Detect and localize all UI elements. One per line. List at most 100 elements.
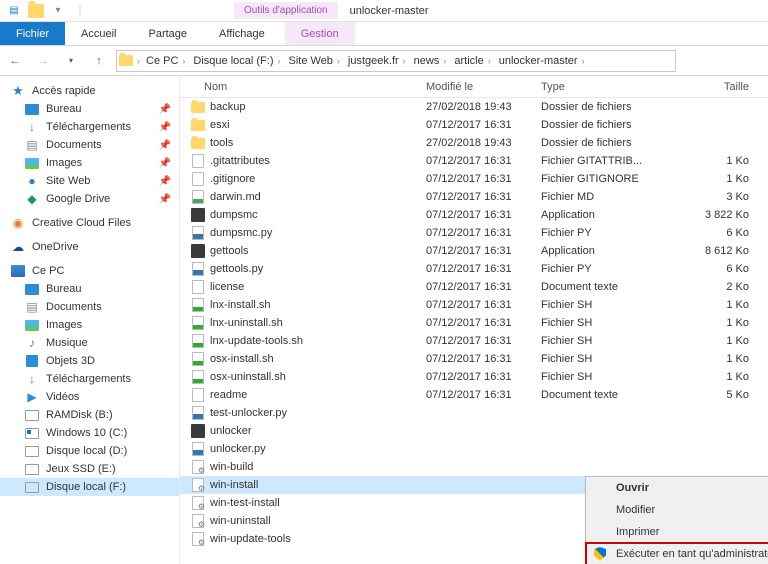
- file-row[interactable]: .gitignore07/12/2017 16:31Fichier GITIGN…: [180, 170, 768, 188]
- ctx-modify[interactable]: Modifier: [586, 499, 768, 521]
- file-menu-icon[interactable]: ▤: [6, 3, 22, 19]
- file-row[interactable]: dumpsmc07/12/2017 16:31Application3 822 …: [180, 206, 768, 224]
- file-row[interactable]: osx-uninstall.sh07/12/2017 16:31Fichier …: [180, 368, 768, 386]
- sidebar-item-pc-documents[interactable]: ▤Documents: [0, 298, 179, 316]
- quick-customize-icon[interactable]: ▾: [50, 3, 66, 19]
- file-row[interactable]: lnx-install.sh07/12/2017 16:31Fichier SH…: [180, 296, 768, 314]
- nav-back-button[interactable]: ←: [4, 50, 26, 72]
- ctx-run-as-admin[interactable]: Exécuter en tant qu'administrateur: [586, 543, 768, 564]
- sidebar-item-images[interactable]: Images📌: [0, 154, 179, 172]
- sidebar-item-disk-d[interactable]: Disque local (D:): [0, 442, 179, 460]
- address-bar[interactable]: › Ce PC› Disque local (F:)› Site Web› ju…: [116, 50, 676, 72]
- disk-icon: [25, 428, 39, 439]
- sidebar-item-disk-e[interactable]: Jeux SSD (E:): [0, 460, 179, 478]
- sidebar-this-pc[interactable]: Ce PC: [0, 262, 179, 280]
- sidebar-item-pc-desktop[interactable]: Bureau: [0, 280, 179, 298]
- sidebar-item-pc-downloads[interactable]: ↓Téléchargements: [0, 370, 179, 388]
- breadcrumb-item[interactable]: Site Web›: [286, 55, 341, 67]
- nav-forward-button[interactable]: →: [32, 50, 54, 72]
- breadcrumb-item[interactable]: article›: [452, 55, 492, 67]
- sidebar-item-documents[interactable]: ▤Documents📌: [0, 136, 179, 154]
- breadcrumb-item[interactable]: Disque local (F:)›: [191, 55, 282, 67]
- document-icon: ▤: [24, 299, 40, 315]
- sidebar-item-pc-videos[interactable]: ▶Vidéos: [0, 388, 179, 406]
- file-row[interactable]: darwin.md07/12/2017 16:31Fichier MD3 Ko: [180, 188, 768, 206]
- sidebar-item-disk-f[interactable]: Disque local (F:): [0, 478, 179, 496]
- file-row[interactable]: tools27/02/2018 19:43Dossier de fichiers: [180, 134, 768, 152]
- bat-icon: [192, 514, 204, 528]
- breadcrumb-item[interactable]: news›: [412, 55, 449, 67]
- pin-icon: 📌: [159, 140, 171, 151]
- file-type: Application: [535, 209, 675, 221]
- file-date: 27/02/2018 19:43: [420, 137, 535, 149]
- ribbon-tab-home[interactable]: Accueil: [65, 22, 132, 45]
- column-headers[interactable]: Nom Modifié le Type Taille: [180, 76, 768, 98]
- sidebar-item-pc-3d[interactable]: Objets 3D: [0, 352, 179, 370]
- breadcrumb-item[interactable]: justgeek.fr›: [346, 55, 408, 67]
- sidebar-cc-files[interactable]: ◉Creative Cloud Files: [0, 214, 179, 232]
- file-row[interactable]: unlocker: [180, 422, 768, 440]
- bat-icon: [192, 460, 204, 474]
- file-size: 1 Ko: [675, 335, 755, 347]
- navigation-pane[interactable]: ★Accès rapide Bureau📌 ↓Téléchargements📌 …: [0, 76, 180, 564]
- image-icon: [25, 158, 39, 169]
- file-name: license: [210, 281, 244, 293]
- file-row[interactable]: test-unlocker.py: [180, 404, 768, 422]
- breadcrumb-item[interactable]: Ce PC›: [144, 55, 187, 67]
- file-date: 07/12/2017 16:31: [420, 371, 535, 383]
- col-name[interactable]: Nom: [180, 81, 420, 93]
- col-size[interactable]: Taille: [675, 81, 755, 93]
- sidebar-item-pc-music[interactable]: ♪Musique: [0, 334, 179, 352]
- file-size: 1 Ko: [675, 155, 755, 167]
- sidebar-item-disk-c[interactable]: Windows 10 (C:): [0, 424, 179, 442]
- sidebar-item-siteweb[interactable]: ●Site Web📌: [0, 172, 179, 190]
- onedrive-icon: ☁: [10, 239, 26, 255]
- file-row[interactable]: lnx-uninstall.sh07/12/2017 16:31Fichier …: [180, 314, 768, 332]
- txt-icon: [192, 280, 204, 294]
- sidebar-item-desktop[interactable]: Bureau📌: [0, 100, 179, 118]
- col-type[interactable]: Type: [535, 81, 675, 93]
- ribbon-tab-file[interactable]: Fichier: [0, 22, 65, 45]
- file-row[interactable]: gettools07/12/2017 16:31Application8 612…: [180, 242, 768, 260]
- file-name: win-build: [210, 461, 253, 473]
- nav-history-button[interactable]: ▾: [60, 50, 82, 72]
- file-row[interactable]: lnx-update-tools.sh07/12/2017 16:31Fichi…: [180, 332, 768, 350]
- ctx-print[interactable]: Imprimer: [586, 521, 768, 543]
- ribbon-tab-share[interactable]: Partage: [132, 22, 203, 45]
- file-row[interactable]: osx-install.sh07/12/2017 16:31Fichier SH…: [180, 350, 768, 368]
- chevron-right-icon[interactable]: ›: [137, 56, 140, 66]
- file-row[interactable]: gettools.py07/12/2017 16:31Fichier PY6 K…: [180, 260, 768, 278]
- file-row[interactable]: unlocker.py: [180, 440, 768, 458]
- sidebar-item-gdrive[interactable]: ◆Google Drive📌: [0, 190, 179, 208]
- file-date: 07/12/2017 16:31: [420, 317, 535, 329]
- sidebar-onedrive[interactable]: ☁OneDrive: [0, 238, 179, 256]
- sidebar-item-downloads[interactable]: ↓Téléchargements📌: [0, 118, 179, 136]
- file-name: esxi: [210, 119, 230, 131]
- disk-icon: [25, 446, 39, 457]
- nav-up-button[interactable]: ↑: [88, 50, 110, 72]
- pin-icon: 📌: [159, 122, 171, 133]
- file-icon: [192, 172, 204, 186]
- folder-icon: [191, 138, 205, 149]
- file-row[interactable]: license07/12/2017 16:31Document texte2 K…: [180, 278, 768, 296]
- file-type: Fichier SH: [535, 317, 675, 329]
- folder-icon: [191, 102, 205, 113]
- file-row[interactable]: .gitattributes07/12/2017 16:31Fichier GI…: [180, 152, 768, 170]
- file-size: 6 Ko: [675, 227, 755, 239]
- file-row[interactable]: backup27/02/2018 19:43Dossier de fichier…: [180, 98, 768, 116]
- music-icon: ♪: [24, 335, 40, 351]
- sidebar-quick-access[interactable]: ★Accès rapide: [0, 82, 179, 100]
- file-date: 07/12/2017 16:31: [420, 299, 535, 311]
- sidebar-item-ramdisk[interactable]: RAMDisk (B:): [0, 406, 179, 424]
- col-date[interactable]: Modifié le: [420, 81, 535, 93]
- file-row[interactable]: readme07/12/2017 16:31Document texte5 Ko: [180, 386, 768, 404]
- file-row[interactable]: dumpsmc.py07/12/2017 16:31Fichier PY6 Ko: [180, 224, 768, 242]
- ribbon-tab-view[interactable]: Affichage: [203, 22, 281, 45]
- sidebar-item-pc-images[interactable]: Images: [0, 316, 179, 334]
- file-row[interactable]: esxi07/12/2017 16:31Dossier de fichiers: [180, 116, 768, 134]
- context-menu: Ouvrir Modifier Imprimer Exécuter en tan…: [585, 476, 768, 564]
- breadcrumb-item[interactable]: unlocker-master›: [497, 55, 587, 67]
- ribbon-tab-manage[interactable]: Gestion: [285, 22, 355, 45]
- ctx-open[interactable]: Ouvrir: [586, 477, 768, 499]
- file-row[interactable]: win-build: [180, 458, 768, 476]
